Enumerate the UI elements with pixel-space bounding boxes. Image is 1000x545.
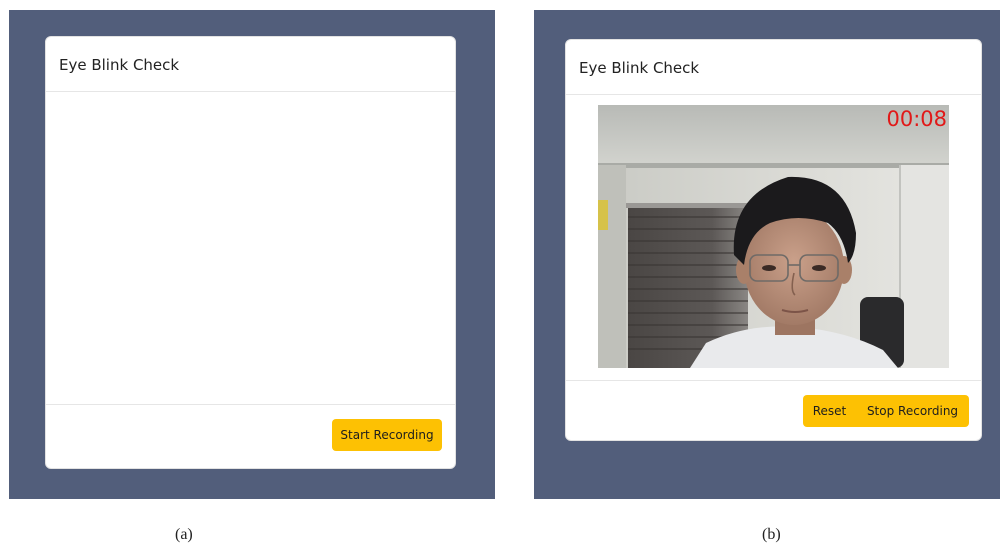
card-title: Eye Blink Check [579, 59, 700, 77]
webcam-frame-image [598, 105, 949, 368]
card-title: Eye Blink Check [59, 56, 180, 74]
caption-a: (a) [175, 526, 193, 543]
card-header: Eye Blink Check [46, 37, 455, 92]
caption-b: (b) [762, 526, 781, 543]
eye-blink-check-card: Eye Blink Check 00:08 Reset Stop Recordi… [565, 39, 982, 441]
recording-timer: 00:08 [886, 107, 947, 131]
card-header: Eye Blink Check [566, 40, 981, 95]
card-footer: Start Recording [46, 404, 455, 468]
card-footer: Reset Stop Recording [566, 380, 981, 440]
webcam-video-feed: 00:08 [598, 105, 949, 368]
eye-blink-check-card: Eye Blink Check Start Recording [45, 36, 456, 469]
screenshot-panel-b: Eye Blink Check 00:08 Reset Stop Recordi… [534, 10, 1000, 499]
screenshot-panel-a: Eye Blink Check Start Recording [9, 10, 495, 499]
reset-button[interactable]: Reset [803, 395, 856, 427]
stop-recording-button[interactable]: Stop Recording [856, 395, 969, 427]
start-recording-button[interactable]: Start Recording [332, 419, 442, 451]
